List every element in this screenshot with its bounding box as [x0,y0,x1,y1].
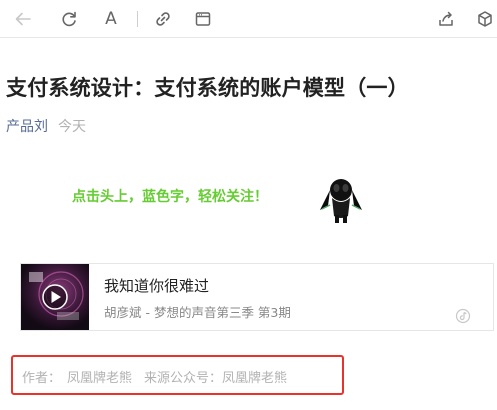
toolbar-divider [137,11,138,27]
article-meta: 产品刘 今天 [6,116,86,136]
link-icon[interactable] [151,7,175,31]
toolbar: A [0,0,497,38]
song-artist: 胡彦斌 - 梦想的声音第三季 第3期 [104,305,291,320]
source-highlight-box: 作者： 凤凰牌老熊 来源公众号：凤凰牌老熊 [11,355,344,395]
article-title: 支付系统设计：支付系统的账户模型（一） [6,76,409,100]
account-label: 来源公众号： [144,371,223,386]
author-link[interactable]: 产品刘 [6,119,48,135]
back-arrow-icon[interactable] [11,7,35,31]
music-card[interactable]: 我知道你很难过 胡彦斌 - 梦想的声音第三季 第3期 [20,263,494,331]
mascot-image [318,176,364,226]
author-label: 作者： [22,371,62,386]
cube-icon[interactable] [473,7,497,31]
music-platform-icon [455,308,471,324]
source-info: 作者： 凤凰牌老熊 来源公众号：凤凰牌老熊 [22,367,287,386]
publish-date: 今天 [58,119,86,135]
follow-prompt: 点击头上，蓝色字，轻松关注！ [72,189,268,205]
song-title: 我知道你很难过 [104,277,210,295]
album-cover[interactable] [21,264,89,330]
author-name: 凤凰牌老熊 [67,371,133,386]
browser-window-icon[interactable] [191,7,215,31]
share-icon[interactable] [434,7,458,31]
font-size-icon[interactable]: A [99,7,123,31]
account-name: 凤凰牌老熊 [222,371,288,386]
refresh-icon[interactable] [57,7,81,31]
